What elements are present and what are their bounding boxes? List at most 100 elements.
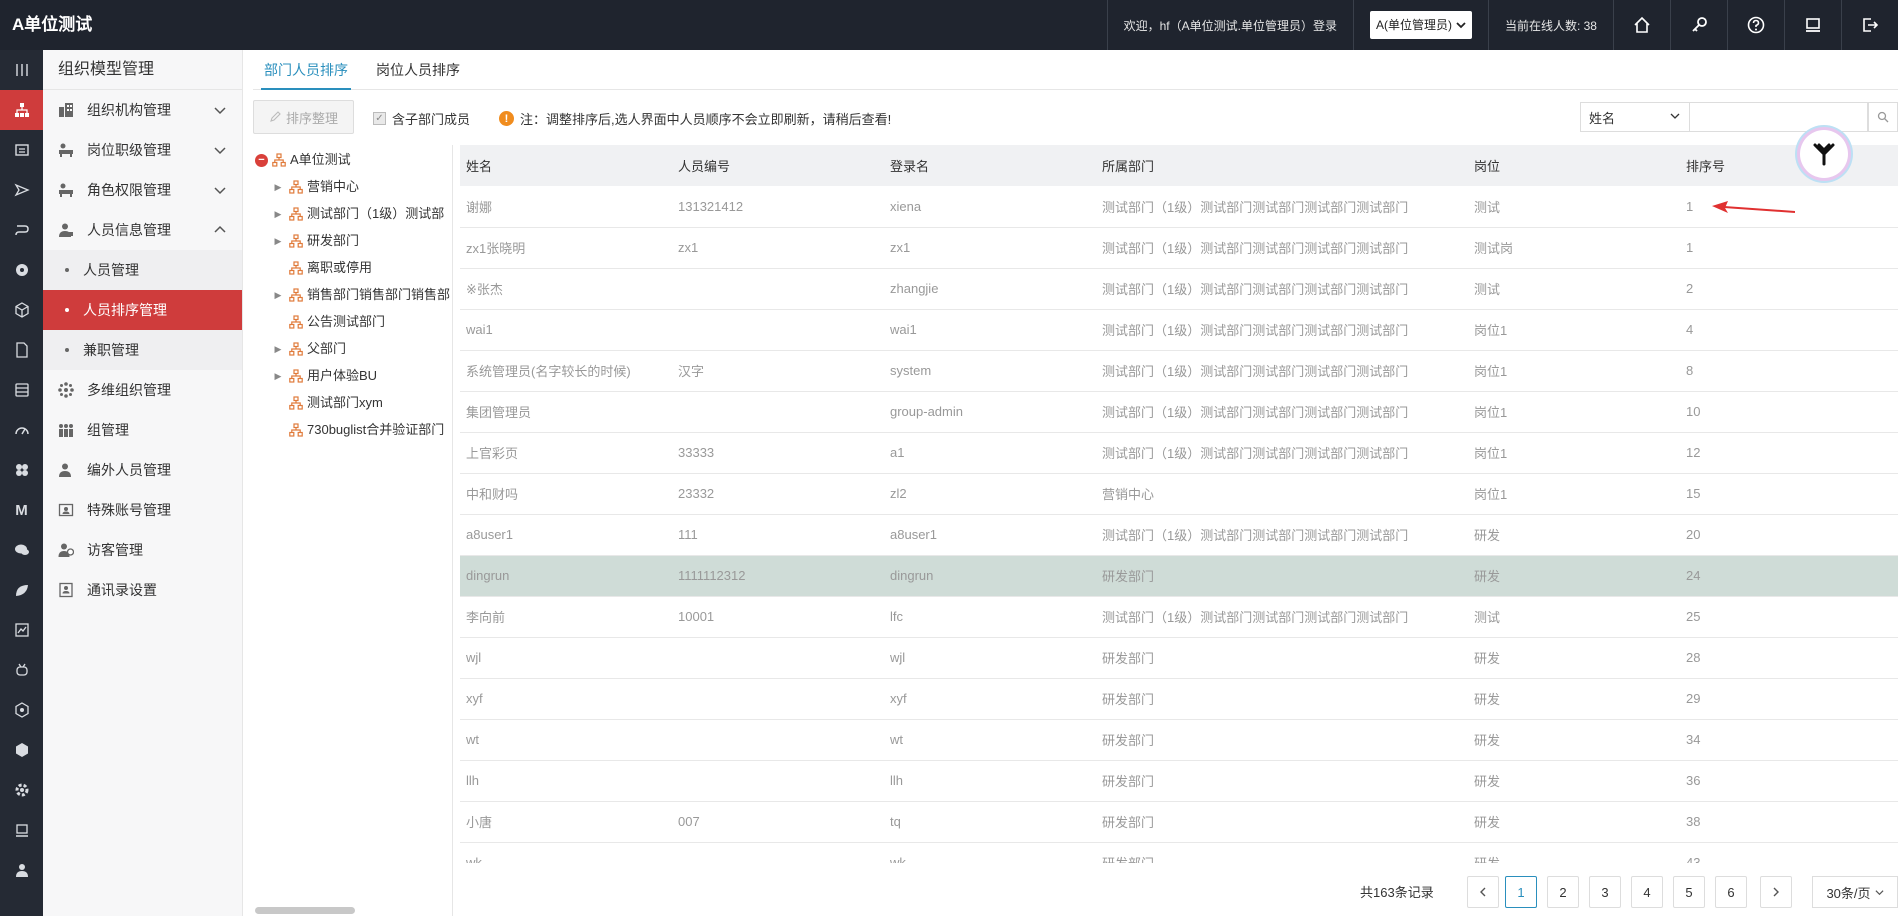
- sidebar-item-external[interactable]: 编外人员管理: [43, 450, 242, 490]
- sidebar-item-group[interactable]: 组管理: [43, 410, 242, 450]
- expand-arrow-icon[interactable]: ▶: [273, 363, 283, 389]
- page-button-1[interactable]: 1: [1505, 876, 1537, 908]
- home-icon[interactable]: [1613, 0, 1670, 50]
- database-icon[interactable]: [0, 370, 43, 410]
- tree-node[interactable]: ▶ 测试部门（1级）测试部: [273, 201, 445, 227]
- tree-node[interactable]: 公告测试部门: [273, 309, 385, 335]
- table-row[interactable]: 中和财吗 23332 zl2 营销中心 岗位1 15: [460, 473, 1898, 515]
- table-row[interactable]: 上官彩页 33333 a1 测试部门（1级）测试部门测试部门测试部门测试部门 岗位1 12: [460, 432, 1898, 474]
- tab-position-sort[interactable]: 岗位人员排序: [373, 50, 463, 90]
- table-row[interactable]: llh llh 研发部门 研发 36: [460, 760, 1898, 802]
- column-header-position[interactable]: 岗位: [1468, 145, 1680, 186]
- expand-arrow-icon[interactable]: ▶: [273, 282, 283, 308]
- tree-node[interactable]: ▶ 销售部门销售部门销售部: [273, 282, 450, 308]
- sidebar-item-special-account[interactable]: 特殊账号管理: [43, 490, 242, 530]
- logout-icon[interactable]: [1841, 0, 1898, 50]
- m-icon[interactable]: M: [0, 490, 43, 530]
- floating-assistant-icon[interactable]: [1800, 130, 1848, 178]
- table-row[interactable]: wjl wjl 研发部门 研发 28: [460, 637, 1898, 679]
- workflow-icon[interactable]: [0, 210, 43, 250]
- send-icon[interactable]: [0, 170, 43, 210]
- sidebar-subitem-person-sort[interactable]: 人员排序管理: [43, 290, 242, 330]
- sidebar-subitem-person-manage[interactable]: 人员管理: [43, 250, 242, 290]
- collapse-icon[interactable]: −: [255, 153, 268, 167]
- chat-icon[interactable]: [0, 530, 43, 570]
- sort-arrange-button[interactable]: 排序整理: [253, 100, 354, 134]
- document-icon[interactable]: [0, 330, 43, 370]
- tree-node[interactable]: 测试部门xym: [273, 390, 383, 416]
- tree-node[interactable]: ▶ 营销中心: [273, 174, 359, 200]
- sidebar-item-position[interactable]: 岗位职级管理: [43, 130, 242, 170]
- table-row[interactable]: 系统管理员(名字较长的时候) 汉字 system 测试部门（1级）测试部门测试部门测试…: [460, 350, 1898, 392]
- table-row[interactable]: wt wt 研发部门 研发 34: [460, 719, 1898, 761]
- key-icon[interactable]: [1670, 0, 1727, 50]
- page-button-4[interactable]: 4: [1631, 876, 1663, 908]
- page-button-3[interactable]: 3: [1589, 876, 1621, 908]
- column-header-dept[interactable]: 所属部门: [1096, 145, 1468, 186]
- sidebar-item-person-info[interactable]: 人员信息管理: [43, 210, 242, 250]
- computer-icon[interactable]: [0, 810, 43, 850]
- column-header-login[interactable]: 登录名: [884, 145, 1096, 186]
- tree-node[interactable]: 730buglist合并验证部门: [273, 417, 444, 443]
- expand-arrow-icon[interactable]: ▶: [273, 174, 283, 200]
- sidebar-item-multi-org[interactable]: 多维组织管理: [43, 370, 242, 410]
- table-row[interactable]: wkwk研发部门研发43: [460, 842, 1898, 863]
- table-row[interactable]: wai1 wai1 测试部门（1级）测试部门测试部门测试部门测试部门 岗位1 4: [460, 309, 1898, 351]
- table-row[interactable]: ※张杰 zhangjie 测试部门（1级）测试部门测试部门测试部门测试部门 测试 2: [460, 268, 1898, 310]
- sidebar-subitem-parttime[interactable]: 兼职管理: [43, 330, 242, 370]
- monitor-icon[interactable]: [1784, 0, 1841, 50]
- column-header-number[interactable]: 人员编号: [672, 145, 884, 186]
- table-row[interactable]: dingrun 1111112312 dingrun 研发部门 研发 24: [460, 555, 1898, 597]
- cloud-icon[interactable]: [0, 250, 43, 290]
- leaf-icon[interactable]: [0, 570, 43, 610]
- column-header-sort[interactable]: 排序号: [1680, 145, 1898, 186]
- table-row[interactable]: a8user1 111 a8user1 测试部门（1级）测试部门测试部门测试部门测试部…: [460, 514, 1898, 556]
- box-icon[interactable]: [0, 730, 43, 770]
- module-icon[interactable]: [0, 690, 43, 730]
- column-header-name[interactable]: 姓名: [460, 145, 672, 186]
- tree-node[interactable]: ▶ 研发部门: [273, 228, 359, 254]
- org-model-icon[interactable]: [0, 90, 43, 130]
- tree-node[interactable]: ▶ 用户体验BU: [273, 363, 378, 389]
- cell-login: group-admin: [884, 391, 1096, 433]
- sidebar-item-org-structure[interactable]: 组织机构管理: [43, 90, 242, 130]
- expand-arrow-icon[interactable]: ▶: [273, 201, 283, 227]
- next-page-button[interactable]: [1760, 876, 1792, 908]
- page-button-6[interactable]: 6: [1715, 876, 1747, 908]
- sidebar-item-role[interactable]: 角色权限管理: [43, 170, 242, 210]
- page-button-2[interactable]: 2: [1547, 876, 1579, 908]
- prev-page-button[interactable]: [1467, 876, 1499, 908]
- table-row[interactable]: 集团管理员 group-admin 测试部门（1级）测试部门测试部门测试部门测试部门…: [460, 391, 1898, 433]
- dashboard-icon[interactable]: [0, 410, 43, 450]
- sidebar-item-visitor[interactable]: 访客管理: [43, 530, 242, 570]
- table-row[interactable]: 李向前 10001 lfc 测试部门（1级）测试部门测试部门测试部门测试部门 测试 25: [460, 596, 1898, 638]
- apps-icon[interactable]: [0, 450, 43, 490]
- menu-toggle-icon[interactable]: [0, 50, 43, 90]
- robot-icon[interactable]: [0, 650, 43, 690]
- tab-dept-sort[interactable]: 部门人员排序: [261, 50, 351, 90]
- table-row[interactable]: 小唐 007 tq 研发部门 研发 38: [460, 801, 1898, 843]
- expand-arrow-icon[interactable]: ▶: [273, 228, 283, 254]
- settings-icon[interactable]: [0, 770, 43, 810]
- search-field-select[interactable]: 姓名: [1580, 102, 1690, 132]
- tree-node[interactable]: ▶ 父部门: [273, 336, 346, 362]
- table-row[interactable]: zx1张晓明 zx1 zx1 测试部门（1级）测试部门测试部门测试部门测试部门 测试岗 1: [460, 227, 1898, 269]
- search-input[interactable]: [1690, 102, 1868, 132]
- cube-icon[interactable]: [0, 290, 43, 330]
- tree-horizontal-scrollbar[interactable]: [255, 907, 355, 914]
- page-size-select[interactable]: 30条/页: [1812, 876, 1898, 908]
- user-icon[interactable]: [0, 850, 43, 890]
- sidebar-item-contacts[interactable]: 通讯录设置: [43, 570, 242, 610]
- form-icon[interactable]: [0, 130, 43, 170]
- page-button-5[interactable]: 5: [1673, 876, 1705, 908]
- search-icon[interactable]: [1868, 102, 1898, 132]
- expand-arrow-icon[interactable]: ▶: [273, 336, 283, 362]
- tree-node[interactable]: 离职或停用: [273, 255, 372, 281]
- include-sub-checkbox[interactable]: ✓ 含子部门成员: [373, 109, 470, 128]
- tree-node-root[interactable]: − A单位测试: [255, 147, 351, 173]
- table-row[interactable]: 谢娜 131321412 xiena 测试部门（1级）测试部门测试部门测试部门测试部门…: [460, 186, 1898, 228]
- role-select[interactable]: A(单位管理员): [1369, 11, 1472, 39]
- table-row[interactable]: xyf xyf 研发部门 研发 29: [460, 678, 1898, 720]
- help-icon[interactable]: [1727, 0, 1784, 50]
- report-icon[interactable]: [0, 610, 43, 650]
